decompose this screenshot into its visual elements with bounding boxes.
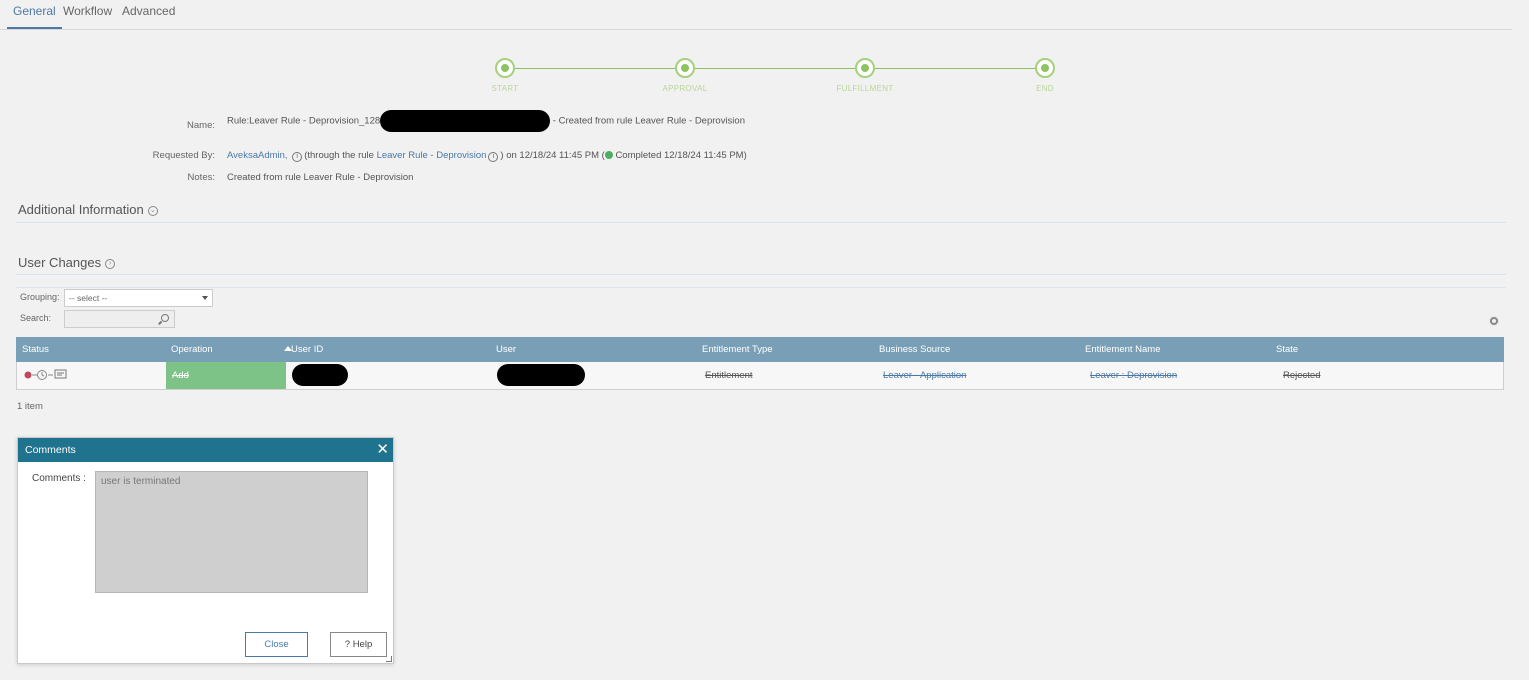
col-business-source[interactable]: Business Source (873, 337, 950, 362)
notes-label: Notes: (187, 172, 215, 183)
table-header: Status Operation User ID User Entitlemen… (16, 337, 1504, 362)
search-icon[interactable] (161, 314, 169, 322)
search-input[interactable] (64, 310, 175, 328)
through-text: (through the rule (304, 150, 374, 161)
state-cell: Rejected (1283, 370, 1321, 381)
workflow-progress: START APPROVAL FULFILLMENT END (480, 58, 1080, 98)
chevron-right-icon[interactable]: › (105, 258, 116, 269)
step-circle-icon (855, 58, 875, 78)
col-state[interactable]: State (1270, 337, 1298, 362)
user-cell (491, 362, 697, 389)
help-button[interactable]: ? Help (330, 632, 387, 657)
comments-label: Comments : (32, 473, 86, 484)
dialog-header: Comments ✕ (18, 438, 393, 462)
progress-line (505, 68, 1045, 69)
col-user-id[interactable]: User ID (285, 337, 323, 362)
user-changes-header[interactable]: User Changes › (18, 255, 116, 270)
requester-link[interactable]: AveksaAdmin, (227, 150, 288, 161)
redacted-block (292, 364, 348, 387)
name-label: Name: (187, 120, 215, 131)
info-icon[interactable]: i (488, 152, 499, 162)
status-icons (24, 369, 67, 381)
close-button[interactable]: Close (245, 632, 308, 657)
col-entitlement-type[interactable]: Entitlement Type (696, 337, 773, 362)
step-label: APPROVAL (662, 84, 708, 93)
on-text: ) on 12/18/24 11:45 PM ( (500, 150, 605, 161)
entitlement-type-cell: Entitlement (705, 370, 753, 381)
step-circle-icon (675, 58, 695, 78)
user-id-cell (286, 362, 491, 389)
name-prefix: Rule:Leaver Rule - Deprovision_128 (227, 115, 381, 127)
tab-workflow[interactable]: Workflow (57, 4, 118, 29)
chevron-down-icon (202, 296, 208, 300)
tab-advanced[interactable]: Advanced (116, 4, 181, 29)
grouping-select[interactable]: -- select -- (64, 289, 213, 307)
col-entitlement-name[interactable]: Entitlement Name (1079, 337, 1161, 362)
grouping-value: -- select -- (69, 293, 108, 303)
table-row[interactable]: Add Entitlement Leaver - Application Lea… (16, 362, 1504, 390)
status-cell (17, 362, 166, 389)
search-label: Search: (20, 313, 52, 323)
step-label: END (1036, 84, 1054, 93)
item-count: 1 item (17, 401, 43, 412)
step-label: FULFILLMENT (836, 84, 894, 93)
user-changes-table: Status Operation User ID User Entitlemen… (16, 337, 1504, 390)
business-source-link[interactable]: Leaver - Application (877, 362, 966, 389)
step-start: START (475, 58, 535, 93)
close-icon[interactable]: ✕ (376, 438, 389, 462)
section-divider (16, 287, 1506, 288)
section-divider (16, 274, 1506, 275)
dialog-title: Comments (25, 444, 76, 456)
col-status[interactable]: Status (16, 337, 49, 362)
redacted-block (497, 364, 585, 387)
grouping-label: Grouping: (20, 292, 60, 302)
gear-icon[interactable] (1489, 316, 1499, 326)
entitlement-name-link[interactable]: Leaver : Deprovision (1084, 362, 1177, 389)
step-label: START (491, 84, 519, 93)
col-operation[interactable]: Operation (165, 337, 213, 362)
col-user[interactable]: User (490, 337, 516, 362)
section-title: User Changes (18, 255, 102, 270)
info-icon[interactable]: i (292, 152, 303, 162)
name-value: Rule:Leaver Rule - Deprovision_128 - Cre… (227, 110, 745, 132)
step-circle-icon (495, 58, 515, 78)
chevron-down-icon[interactable]: ⌄ (147, 205, 158, 216)
rule-link[interactable]: Leaver Rule - Deprovision (377, 150, 487, 161)
completed-text: Completed 12/18/24 11:45 PM) (615, 150, 747, 161)
resize-handle[interactable] (386, 656, 392, 662)
redacted-block (380, 110, 551, 132)
requested-by-label: Requested By: (152, 150, 215, 161)
operation-cell: Add (166, 362, 286, 389)
step-fulfillment: FULFILLMENT (835, 58, 895, 93)
step-end: END (1015, 58, 1075, 93)
additional-info-header[interactable]: Additional Information ⌄ (18, 202, 158, 217)
section-title: Additional Information (18, 202, 144, 217)
section-divider (16, 222, 1506, 223)
completed-status-icon (604, 151, 613, 160)
requested-by-value: AveksaAdmin, i (through the rule Leaver R… (227, 150, 747, 162)
name-suffix: - Created from rule Leaver Rule - Deprov… (552, 115, 745, 127)
tab-general[interactable]: General (7, 4, 62, 29)
notes-value: Created from rule Leaver Rule - Deprovis… (227, 172, 414, 183)
tab-bar: General Workflow Advanced (0, 0, 1512, 30)
step-circle-icon (1035, 58, 1055, 78)
comments-textarea[interactable]: user is terminated (95, 471, 368, 593)
comments-dialog: Comments ✕ Comments : user is terminated… (17, 437, 394, 664)
step-approval: APPROVAL (655, 58, 715, 93)
